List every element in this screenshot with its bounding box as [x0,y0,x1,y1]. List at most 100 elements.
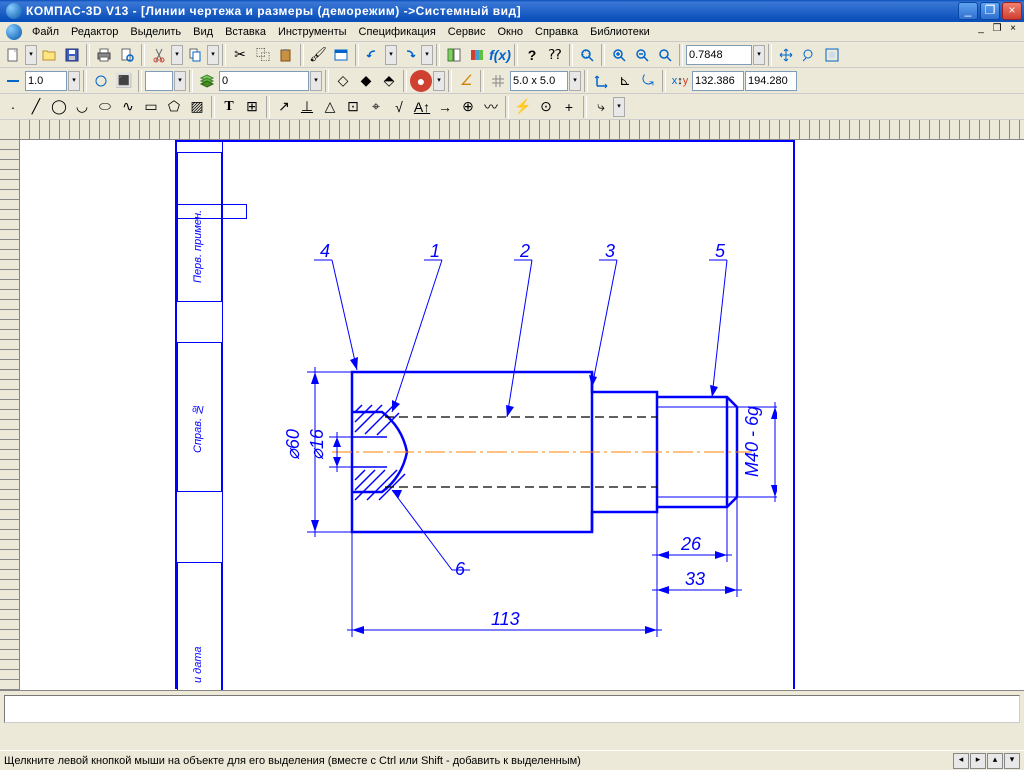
menu-libraries[interactable]: Библиотеки [584,24,656,40]
properties-button[interactable] [330,44,352,66]
ucs2-button[interactable]: ⊾ [614,70,636,92]
new-button[interactable] [2,44,24,66]
cut-dropdown[interactable]: ▾ [171,45,183,65]
coord-x-input[interactable] [692,71,744,91]
snap-mid-button[interactable]: ⬘ [378,70,400,92]
menu-help[interactable]: Справка [529,24,584,40]
zoom-input[interactable] [686,45,752,65]
hatch-button[interactable]: ▨ [186,96,208,118]
layer-num-input[interactable] [145,71,173,91]
ortho-button[interactable]: ∠ [455,70,477,92]
layer-input[interactable] [219,71,309,91]
format-paint-button[interactable]: 🖌 [307,44,329,66]
grid-dropdown[interactable]: ▾ [569,71,581,91]
library-button[interactable] [466,44,488,66]
menu-tools[interactable]: Инструменты [272,24,353,40]
layer-color-button[interactable]: 🔳 [113,70,135,92]
line-width-dropdown[interactable]: ▾ [68,71,80,91]
manager-button[interactable] [443,44,465,66]
leader-button[interactable]: ↗ [273,96,295,118]
grid-button[interactable] [487,70,509,92]
snap-end-button[interactable]: ◆ [355,70,377,92]
line-width-input[interactable] [25,71,67,91]
mdi-close-button[interactable]: × [1006,23,1020,37]
menu-select[interactable]: Выделить [124,24,187,40]
menu-window[interactable]: Окно [491,24,529,40]
xy-button[interactable]: x↕y [669,70,691,92]
layermanager-button[interactable] [196,70,218,92]
menu-file[interactable]: Файл [26,24,65,40]
center-button[interactable]: ⊕ [457,96,479,118]
coord-y-input[interactable] [745,71,797,91]
zoom-in-button[interactable] [608,44,630,66]
line-style-button[interactable] [2,70,24,92]
ruler-vertical[interactable] [0,140,20,690]
copy2-button[interactable]: ⿻ [252,44,274,66]
copy-dropdown[interactable]: ▾ [207,45,219,65]
baseline-button[interactable]: ⊥ [296,96,318,118]
snap-center-button[interactable]: ● [410,70,432,92]
mdi-restore-button[interactable]: ❐ [990,23,1004,37]
paste-button[interactable] [275,44,297,66]
text-button[interactable]: T [218,96,240,118]
polygon-button[interactable]: ⬠ [163,96,185,118]
scroll-down-button[interactable]: ▾ [1004,753,1020,769]
cut-button[interactable] [148,44,170,66]
new-dropdown[interactable]: ▾ [25,45,37,65]
arc-button[interactable]: ◡ [71,96,93,118]
scroll-up-button[interactable]: ▴ [987,753,1003,769]
open-button[interactable] [38,44,60,66]
undo-dropdown[interactable]: ▾ [385,45,397,65]
menu-spec[interactable]: Спецификация [353,24,442,40]
rough-button[interactable]: √ [388,96,410,118]
menu-view[interactable]: Вид [187,24,219,40]
help-button[interactable]: ? [521,44,543,66]
whatsthis-button[interactable]: ⁇ [544,44,566,66]
zoom-window-button[interactable] [576,44,598,66]
layer-num-dropdown[interactable]: ▾ [174,71,186,91]
drawing-canvas[interactable]: Перв. примен. Справ. № и дата [20,140,1024,690]
rect-button[interactable]: ▭ [140,96,162,118]
line-button[interactable]: ╱ [25,96,47,118]
axis-button[interactable]: ⊙ [535,96,557,118]
layer-dropdown[interactable]: ▾ [310,71,322,91]
ucs-button[interactable] [591,70,613,92]
menu-service[interactable]: Сервис [442,24,492,40]
close-button[interactable]: × [1002,2,1022,20]
datum-button[interactable]: △ [319,96,341,118]
point-button[interactable]: · [2,96,24,118]
wave-button[interactable]: 〰 [480,96,502,118]
zoom-all-button[interactable] [821,44,843,66]
pan-button[interactable] [775,44,797,66]
centerline-button[interactable]: + [558,96,580,118]
print-button[interactable] [93,44,115,66]
redo-dropdown[interactable]: ▾ [421,45,433,65]
snap-button[interactable]: ◇ [332,70,354,92]
scroll-left-button[interactable]: ◂ [953,753,969,769]
continue-button[interactable]: ⤷ [590,96,612,118]
variables-button[interactable]: f(x) [489,44,511,66]
cut2-button[interactable]: ✂ [229,44,251,66]
circle-button[interactable]: ◯ [48,96,70,118]
spline-button[interactable]: ∿ [117,96,139,118]
layer-visibility-button[interactable] [90,70,112,92]
ruler-horizontal[interactable] [20,120,1024,140]
copy-button[interactable] [184,44,206,66]
ellipse-button[interactable]: ⬭ [94,96,116,118]
scroll-right-button[interactable]: ▸ [970,753,986,769]
menu-insert[interactable]: Вставка [219,24,272,40]
table-button[interactable]: ⊞ [241,96,263,118]
continue-dropdown[interactable]: ▾ [613,97,625,117]
note-button[interactable]: A↑ [411,96,433,118]
menu-edit[interactable]: Редактор [65,24,124,40]
minimize-button[interactable]: _ [958,2,978,20]
zoom-prev-button[interactable] [798,44,820,66]
preview-button[interactable] [116,44,138,66]
zoom-select-button[interactable] [654,44,676,66]
maximize-button[interactable]: ❐ [980,2,1000,20]
arrow-button[interactable]: → [434,96,456,118]
zoom-dropdown[interactable]: ▾ [753,45,765,65]
grid-input[interactable] [510,71,568,91]
round-button[interactable]: ⤿ [637,70,659,92]
tolerance-button[interactable]: ⊡ [342,96,364,118]
